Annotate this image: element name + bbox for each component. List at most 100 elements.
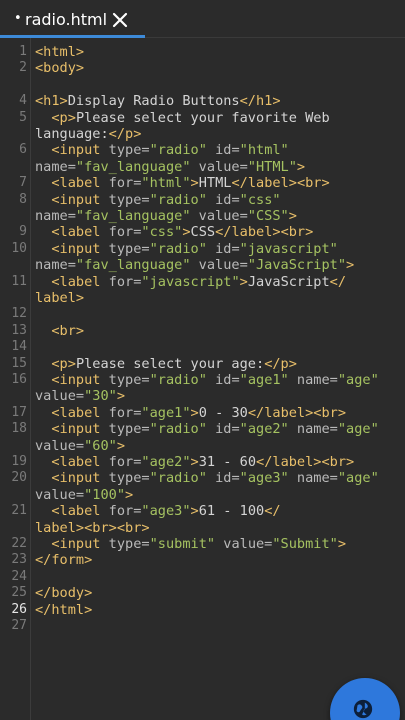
html-tag: > [288,208,297,224]
attribute-name: value= [35,486,85,503]
attribute-name: value= [190,158,248,175]
code-text: <label for="age3">61 - 100</ [35,503,280,520]
html-tag: <h1> [35,93,68,110]
code-line[interactable]: 14 [0,339,405,355]
code-line[interactable]: 25 </body> [0,585,405,601]
line-number: 21 [11,503,27,519]
text-content: 31 - 60 [198,454,257,470]
code-line[interactable]: value="30"> [0,388,405,404]
code-line[interactable]: 1 <html> [0,44,405,60]
text-content: Please select your age: [75,355,265,372]
line-number: 2 [19,60,27,76]
line-number: 7 [19,175,27,191]
html-tag: </label><br> [256,454,355,470]
code-line[interactable] [0,77,405,93]
code-line[interactable]: 13 <br> [0,323,405,339]
code-line[interactable]: label> [0,290,405,306]
text-content [35,356,51,372]
attribute-value: "age1" [141,404,191,421]
code-text: </form> [35,552,92,568]
attribute-name: id= [206,191,240,208]
code-line[interactable]: 10 <input type="radio" id="javascript" [0,241,405,257]
text-content [35,274,51,290]
html-tag: > [190,454,199,470]
attribute-name: name= [35,158,76,175]
code-line[interactable]: name="fav_language" value="JavaScript"> [0,257,405,273]
text-content [35,421,51,437]
code-line[interactable]: 7 <label for="html">HTML</label><br> [0,175,405,191]
line-number: 11 [11,273,27,289]
code-line[interactable]: value="100"> [0,487,405,503]
text-content: Display Radio Buttons [67,93,240,110]
text-content [35,142,51,158]
code-text: <input type="radio" id="age2" name="age" [35,421,378,438]
code-line[interactable]: 21 <label for="age3">61 - 100</ [0,503,405,519]
code-line[interactable]: 12 [0,306,405,322]
code-line[interactable]: name="fav_language" value="CSS"> [0,208,405,224]
html-tag: <label [51,224,109,241]
attribute-value: "submit" [149,536,216,552]
line-number: 13 [11,322,27,338]
html-tag: label> [35,290,85,306]
attribute-name: for= [108,273,142,290]
code-line[interactable]: 22 <input type="submit" value="Submit"> [0,536,405,552]
html-tag: > [190,503,199,520]
line-number: 19 [11,454,27,469]
code-line[interactable]: name="fav_language" value="HTML"> [0,159,405,175]
html-tag: </h1> [239,93,281,110]
code-line[interactable]: 4 <h1>Display Radio Buttons</h1> [0,93,405,109]
line-number: 18 [11,421,27,437]
code-line[interactable]: 26 </html> [0,602,405,618]
code-line[interactable]: 19 <label for="age2">31 - 60</label><br> [0,454,405,470]
code-line[interactable]: 9 <label for="css">CSS</label><br> [0,224,405,240]
code-line[interactable]: label><br><br> [0,520,405,536]
attribute-value: "javascript" [239,240,338,257]
code-line[interactable]: 27 [0,618,405,634]
code-line[interactable]: value="60"> [0,438,405,454]
code-editor[interactable]: 1 <html> 2 <body> 4 <h1>Display Radio Buttons… [0,38,405,720]
code-text: <input type="submit" value="Submit"> [35,536,346,552]
html-tag: > [182,224,191,241]
html-tag: <label [51,503,109,520]
code-line[interactable]: 15 <p>Please select your age:</p> [0,356,405,372]
tab-bar: • radio.html [0,0,405,38]
code-text: language:</p> [35,126,141,142]
html-tag: <html> [35,44,85,60]
code-line[interactable]: 23 </form> [0,552,405,568]
code-line[interactable]: 24 [0,569,405,585]
code-line[interactable]: 6 <input type="radio" id="html" [0,142,405,158]
text-content [35,224,51,240]
code-line[interactable]: 18 <input type="radio" id="age2" name="a… [0,421,405,437]
code-line[interactable]: 8 <input type="radio" id="css" [0,192,405,208]
code-text: value="60"> [35,438,125,454]
code-line[interactable]: 17 <label for="age1">0 - 30</label><br> [0,405,405,421]
attribute-value: "age" [337,470,379,487]
code-line[interactable]: language:</p> [0,126,405,142]
code-line[interactable]: 11 <label for="javascript">JavaScript</ [0,274,405,290]
line-number: 9 [19,224,27,240]
html-tag: </label><br> [231,175,330,192]
attribute-value: "age1" [239,372,289,388]
code-line[interactable]: 2 <body> [0,60,405,76]
code-line[interactable]: 20 <input type="radio" id="age3" name="a… [0,470,405,486]
code-line[interactable]: 16 <input type="radio" id="age1" name="a… [0,372,405,388]
code-line[interactable]: 5 <p>Please select your favorite Web [0,110,405,126]
attribute-value: "30" [84,388,117,405]
close-icon[interactable] [111,11,129,29]
attribute-name: name= [288,470,338,487]
tab-radio-html[interactable]: • radio.html [0,0,145,38]
attribute-name: value= [190,257,248,274]
attribute-value: "age2" [141,454,191,470]
line-number: 26 [11,601,27,617]
attribute-value: "fav_language" [75,257,191,274]
attribute-value: "JavaScript" [247,257,347,274]
attribute-value: "radio" [149,142,207,159]
attribute-name: for= [108,175,142,192]
html-tag: </form> [35,552,93,569]
attribute-value: "fav_language" [75,208,191,224]
text-content [35,470,51,486]
attribute-name: for= [108,503,142,520]
html-tag: label><br><br> [35,519,150,536]
text-content [35,405,51,421]
attribute-name: type= [108,421,150,438]
